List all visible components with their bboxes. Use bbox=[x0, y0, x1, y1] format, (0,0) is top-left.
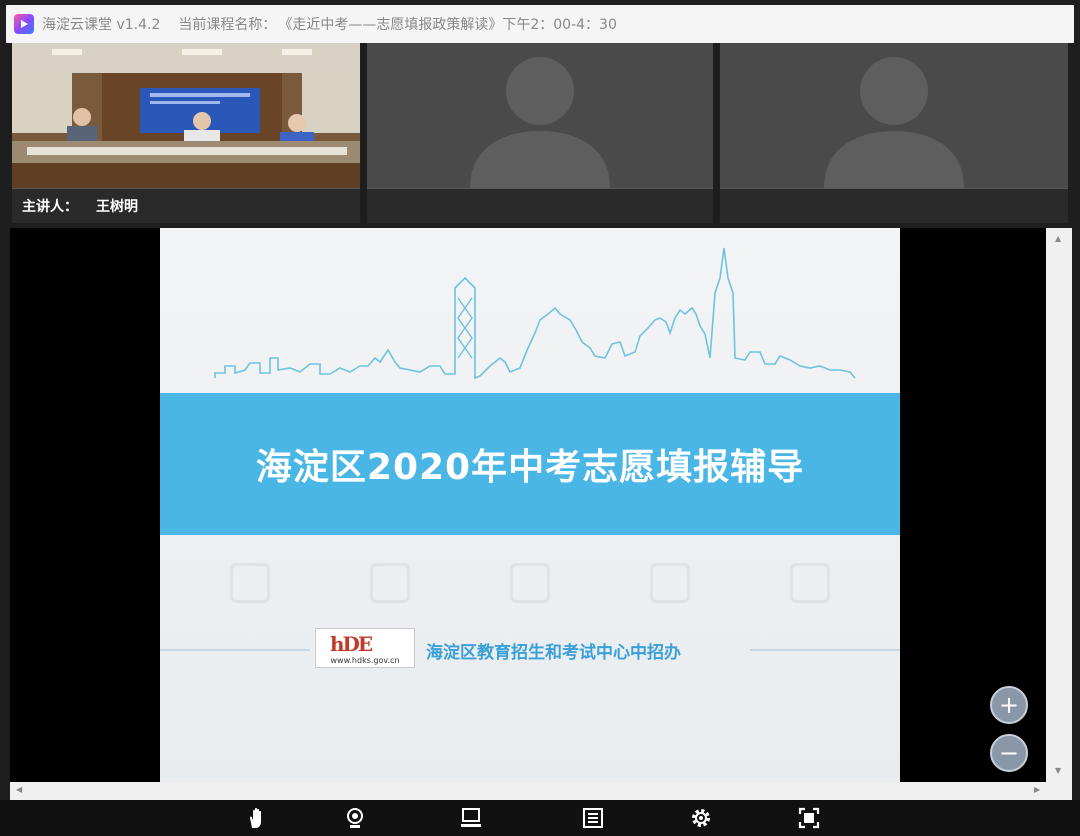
user-avatar-icon bbox=[470, 57, 610, 188]
organization-name: 海淀区教育招生和考试中心中招办 bbox=[426, 643, 681, 663]
presenter-label: 主讲人： bbox=[22, 199, 78, 215]
slide-title: 海淀区2020年中考志愿填报辅导 bbox=[255, 447, 805, 488]
presenter-video-feed bbox=[12, 43, 360, 188]
slide-title-banner: 海淀区2020年中考志愿填报辅导 bbox=[160, 393, 900, 535]
decorative-icon bbox=[230, 563, 270, 603]
screen-share-button[interactable] bbox=[458, 805, 484, 831]
scroll-left-icon[interactable]: ◀ bbox=[16, 785, 22, 794]
decorative-icon bbox=[790, 563, 830, 603]
vertical-scrollbar[interactable]: ▲ ▼ bbox=[1046, 228, 1072, 800]
video-tile-participant-2[interactable] bbox=[720, 43, 1068, 223]
zoom-out-button[interactable]: − bbox=[990, 734, 1028, 772]
gear-icon bbox=[692, 809, 710, 827]
video-row: 主讲人： 王树明 bbox=[12, 43, 1068, 223]
app-logo-icon bbox=[14, 14, 34, 34]
title-bar: 海淀云课堂 v1.4.2 当前课程名称： 《走近中考——志愿填报政策解读》下午2… bbox=[6, 5, 1074, 43]
decorative-line-left bbox=[160, 649, 310, 651]
document-list-icon bbox=[583, 808, 603, 828]
participant-nameplate bbox=[367, 188, 713, 223]
decorative-line-right bbox=[750, 649, 900, 651]
camera-button[interactable] bbox=[342, 805, 368, 831]
video-tile-participant-1[interactable] bbox=[367, 43, 713, 223]
participant-nameplate bbox=[720, 188, 1068, 223]
city-skyline-illustration bbox=[214, 247, 856, 380]
scroll-up-icon[interactable]: ▲ bbox=[1055, 234, 1061, 243]
participant-video-placeholder bbox=[367, 43, 713, 188]
presentation-slide: 海淀区2020年中考志愿填报辅导 hDE www.hdks.gov.cn 海淀区… bbox=[160, 228, 900, 782]
decorative-icon bbox=[370, 563, 410, 603]
user-avatar-icon bbox=[824, 57, 964, 188]
hdks-logo: hDE www.hdks.gov.cn bbox=[315, 628, 415, 668]
raise-hand-button[interactable] bbox=[244, 805, 270, 831]
presenter-nameplate: 主讲人： 王树明 bbox=[12, 188, 360, 223]
settings-button[interactable] bbox=[688, 805, 714, 831]
logo-mark: hDE bbox=[330, 632, 373, 656]
laptop-icon bbox=[461, 808, 481, 827]
slide-stage: 海淀区2020年中考志愿填报辅导 hDE www.hdks.gov.cn 海淀区… bbox=[10, 228, 1072, 800]
raise-hand-icon bbox=[250, 807, 261, 828]
zoom-in-button[interactable]: + bbox=[990, 686, 1028, 724]
app-name: 海淀云课堂 v1.4.2 bbox=[42, 17, 161, 33]
fullscreen-icon bbox=[798, 807, 820, 829]
video-tile-presenter[interactable]: 主讲人： 王树明 bbox=[12, 43, 360, 223]
document-button[interactable] bbox=[580, 805, 606, 831]
app-window: 海淀云课堂 v1.4.2 当前课程名称： 《走近中考——志愿填报政策解读》下午2… bbox=[0, 0, 1080, 836]
fullscreen-button[interactable] bbox=[796, 805, 822, 831]
scroll-down-icon[interactable]: ▼ bbox=[1055, 766, 1061, 775]
decorative-icon bbox=[650, 563, 690, 603]
course-title: 《走近中考——志愿填报政策解读》下午2：00-4：30 bbox=[278, 17, 617, 33]
camera-icon bbox=[347, 808, 363, 828]
scroll-right-icon[interactable]: ▶ bbox=[1034, 785, 1040, 794]
bottom-toolbar bbox=[0, 800, 1080, 836]
decorative-icon bbox=[510, 563, 550, 603]
horizontal-scrollbar[interactable]: ◀ ▶ bbox=[10, 782, 1046, 800]
course-label: 当前课程名称： bbox=[178, 17, 277, 33]
logo-url: www.hdks.gov.cn bbox=[330, 656, 400, 665]
plus-icon: + bbox=[998, 691, 1020, 719]
participant-video-placeholder bbox=[720, 43, 1068, 188]
faded-decorative-icons bbox=[230, 563, 830, 613]
minus-icon: − bbox=[998, 739, 1020, 767]
presenter-name: 王树明 bbox=[96, 199, 138, 215]
